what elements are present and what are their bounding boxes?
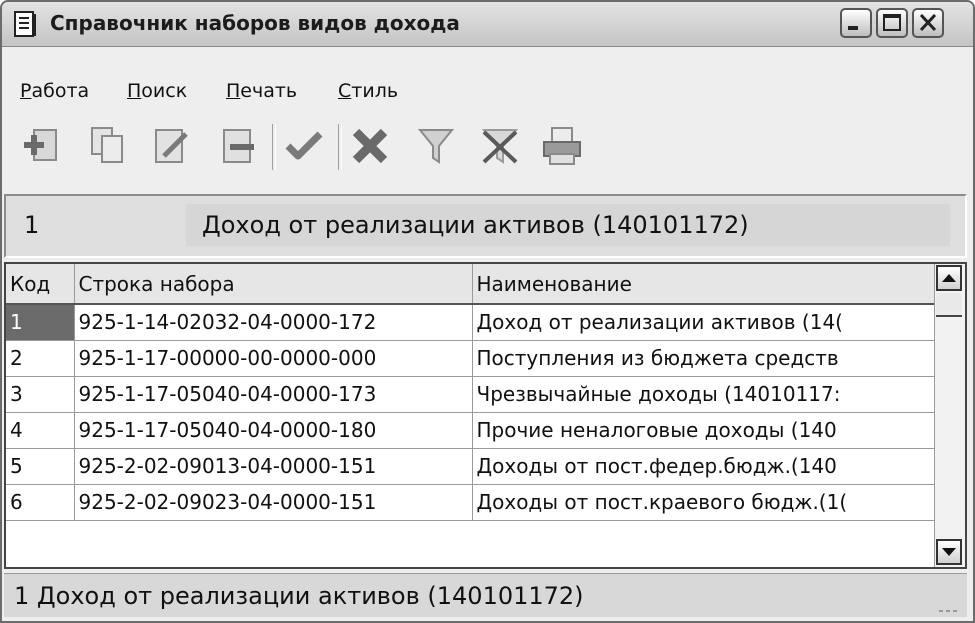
- table-row[interactable]: 4 925-1-17-05040-04-0000-180 Прочие нена…: [6, 412, 936, 449]
- column-header-code[interactable]: Код: [6, 264, 75, 305]
- maximize-button[interactable]: [876, 8, 908, 38]
- arrow-down-icon: [942, 548, 956, 556]
- add-record-button[interactable]: [20, 124, 64, 168]
- copy-record-button[interactable]: [86, 124, 130, 168]
- status-bar: 1 Доход от реализации активов (140101172…: [4, 573, 967, 617]
- clear-filter-button[interactable]: [478, 124, 522, 168]
- cell-name[interactable]: Доход от реализации активов (14(: [472, 304, 936, 341]
- scroll-down-button[interactable]: [936, 539, 962, 565]
- resize-grip-icon[interactable]: [937, 601, 963, 613]
- column-header-name[interactable]: Наименование: [472, 264, 936, 305]
- app-window: Справочник наборов видов дохода Работа П…: [0, 0, 975, 623]
- status-text: 1 Доход от реализации активов (140101172…: [14, 582, 584, 610]
- add-record-icon: [24, 129, 57, 161]
- current-record-panel: 1 Доход от реализации активов (140101172…: [4, 194, 967, 258]
- confirm-button[interactable]: [282, 124, 326, 168]
- confirm-check-icon: [285, 131, 323, 160]
- table-header-row: Код Строка набора Наименование: [6, 264, 936, 305]
- delete-record-button[interactable]: [216, 124, 260, 168]
- table-row[interactable]: 6 925-2-02-09023-04-0000-151 Доходы от п…: [6, 484, 936, 521]
- cell-name[interactable]: Прочие неналоговые доходы (140: [472, 412, 936, 449]
- cell-code[interactable]: 6: [6, 484, 75, 521]
- window-title: Справочник наборов видов дохода: [50, 11, 460, 35]
- table-row[interactable]: 3 925-1-17-05040-04-0000-173 Чрезвычайны…: [6, 376, 936, 413]
- menu-item-rabota[interactable]: Работа: [20, 80, 89, 102]
- toolbar-separator: [272, 124, 276, 170]
- edit-record-button[interactable]: [150, 124, 194, 168]
- close-icon: [919, 13, 937, 32]
- filter-funnel-icon: [417, 129, 455, 164]
- title-bar[interactable]: Справочник наборов видов дохода: [2, 2, 973, 47]
- scroll-up-button[interactable]: [936, 265, 962, 291]
- table-row[interactable]: 5 925-2-02-09013-04-0000-151 Доходы от п…: [6, 448, 936, 485]
- menu-item-stil[interactable]: Стиль: [338, 80, 398, 102]
- filter-button[interactable]: [414, 124, 458, 168]
- toolbar-separator: [338, 124, 342, 170]
- table-row[interactable]: 1 925-1-14-02032-04-0000-172 Доход от ре…: [6, 304, 936, 341]
- minimize-icon: [848, 26, 858, 30]
- print-icon: [543, 127, 581, 165]
- cell-name[interactable]: Доходы от пост.федер.бюдж.(140: [472, 448, 936, 485]
- cell-line[interactable]: 925-2-02-09013-04-0000-151: [74, 448, 473, 485]
- cell-line[interactable]: 925-1-17-05040-04-0000-180: [74, 412, 473, 449]
- menu-item-poisk[interactable]: Поиск: [127, 80, 187, 102]
- delete-record-icon: [223, 129, 254, 163]
- cell-code[interactable]: 1: [6, 304, 75, 341]
- column-header-line[interactable]: Строка набора: [74, 264, 473, 305]
- cell-code[interactable]: 3: [6, 376, 75, 413]
- cell-name[interactable]: Чрезвычайные доходы (14010117:: [472, 376, 936, 413]
- edit-record-icon: [155, 129, 188, 163]
- copy-record-icon: [91, 127, 123, 163]
- cell-line[interactable]: 925-2-02-09023-04-0000-151: [74, 484, 473, 521]
- maximize-icon: [883, 14, 901, 31]
- arrow-up-icon: [942, 274, 956, 282]
- vertical-scrollbar[interactable]: [934, 264, 965, 567]
- cell-line[interactable]: 925-1-14-02032-04-0000-172: [74, 304, 473, 341]
- document-list-icon: [14, 11, 36, 37]
- cell-code[interactable]: 2: [6, 340, 75, 377]
- table-row[interactable]: 2 925-1-17-00000-00-0000-000 Поступления…: [6, 340, 936, 377]
- clear-filter-icon: [481, 129, 519, 164]
- cancel-x-icon: [352, 128, 388, 164]
- menu-item-pechat[interactable]: Печать: [226, 80, 297, 102]
- print-button[interactable]: [540, 124, 584, 168]
- scroll-thumb[interactable]: [936, 293, 962, 317]
- current-record-code: 1: [24, 211, 40, 239]
- cell-code[interactable]: 5: [6, 448, 75, 485]
- close-button[interactable]: [912, 8, 944, 38]
- cell-name[interactable]: Поступления из бюджета средств: [472, 340, 936, 377]
- cell-code[interactable]: 4: [6, 412, 75, 449]
- minimize-button[interactable]: [840, 8, 872, 38]
- data-grid[interactable]: Код Строка набора Наименование 1 925-1-1…: [4, 262, 967, 569]
- cancel-button[interactable]: [348, 124, 392, 168]
- current-record-name: Доход от реализации активов (140101172): [186, 204, 950, 246]
- cell-line[interactable]: 925-1-17-00000-00-0000-000: [74, 340, 473, 377]
- cell-line[interactable]: 925-1-17-05040-04-0000-173: [74, 376, 473, 413]
- cell-name[interactable]: Доходы от пост.краевого бюдж.(1(: [472, 484, 936, 521]
- data-table: Код Строка набора Наименование 1 925-1-1…: [6, 264, 936, 521]
